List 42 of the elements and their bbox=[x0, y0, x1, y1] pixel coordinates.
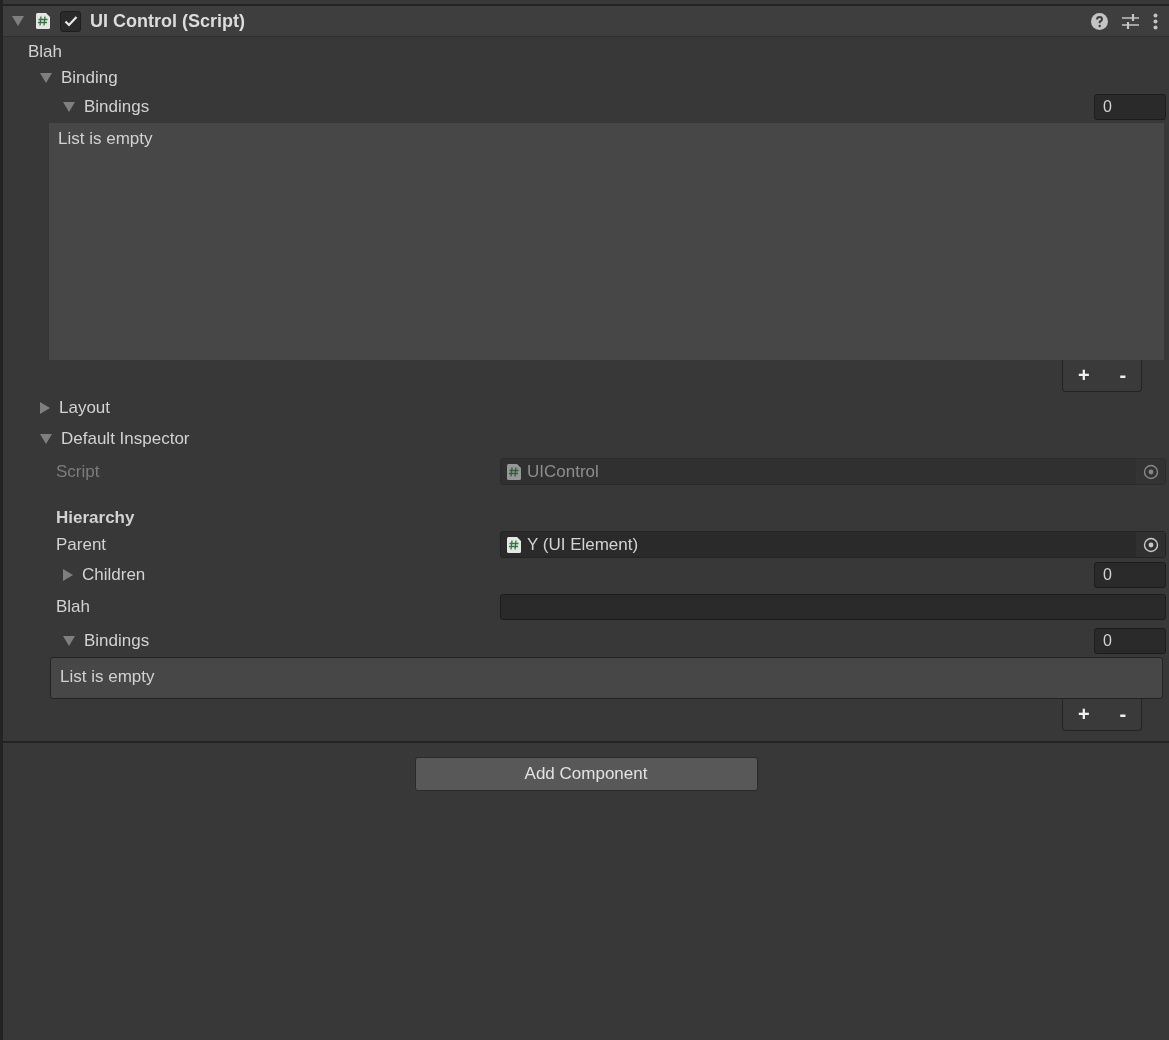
section-header: Hierarchy bbox=[56, 508, 135, 528]
foldout-label[interactable]: Children bbox=[82, 565, 146, 585]
check-icon bbox=[63, 15, 78, 27]
text-field[interactable] bbox=[500, 594, 1166, 620]
foldout-label[interactable]: Default Inspector bbox=[61, 429, 190, 449]
remove-item-button[interactable]: - bbox=[1115, 364, 1131, 387]
foldout-label[interactable]: Bindings bbox=[84, 97, 150, 117]
add-item-button[interactable]: + bbox=[1073, 703, 1094, 726]
field-label: Parent bbox=[56, 534, 108, 555]
add-component-button[interactable]: Add Component bbox=[414, 757, 758, 791]
count-field[interactable]: 0 bbox=[1094, 628, 1166, 654]
component-title: UI Control (Script) bbox=[90, 10, 245, 32]
foldout-label[interactable]: Bindings bbox=[84, 631, 150, 651]
remove-item-button[interactable]: - bbox=[1115, 703, 1131, 726]
field-label: Script bbox=[56, 461, 101, 482]
help-icon[interactable] bbox=[1091, 12, 1108, 30]
caret-icon[interactable] bbox=[40, 73, 52, 83]
caret-icon[interactable] bbox=[63, 636, 75, 646]
count-field[interactable]: 0 bbox=[1094, 94, 1166, 120]
script-file-icon bbox=[507, 463, 521, 480]
object-field: UIControl bbox=[500, 458, 1166, 485]
script-file-icon bbox=[36, 13, 50, 29]
caret-icon[interactable] bbox=[12, 16, 24, 26]
caret-icon[interactable] bbox=[63, 102, 75, 112]
caret-icon[interactable] bbox=[40, 434, 52, 444]
foldout-label[interactable]: Binding bbox=[61, 68, 118, 88]
target-icon[interactable] bbox=[1142, 536, 1159, 553]
script-file-icon bbox=[507, 536, 521, 553]
object-field[interactable]: Y (UI Element) bbox=[500, 531, 1166, 558]
field-label: Blah bbox=[28, 42, 63, 62]
empty-list-text: List is empty bbox=[58, 129, 153, 148]
field-label: Blah bbox=[56, 597, 92, 617]
target-icon[interactable] bbox=[1142, 463, 1159, 480]
foldout-label[interactable]: Layout bbox=[59, 398, 111, 418]
caret-icon[interactable] bbox=[63, 569, 73, 581]
add-item-button[interactable]: + bbox=[1073, 364, 1094, 387]
count-field[interactable]: 0 bbox=[1094, 562, 1166, 588]
enabled-checkbox[interactable] bbox=[60, 10, 81, 32]
more-options-icon[interactable] bbox=[1153, 12, 1158, 30]
caret-icon[interactable] bbox=[40, 402, 50, 414]
sliders-icon[interactable] bbox=[1122, 12, 1139, 30]
empty-list-text: List is empty bbox=[60, 667, 155, 686]
